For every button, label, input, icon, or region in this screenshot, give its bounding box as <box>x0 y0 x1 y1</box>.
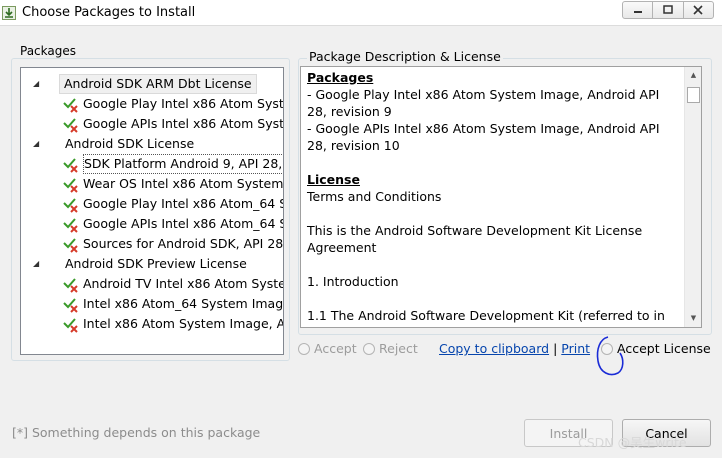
close-button[interactable] <box>684 2 713 18</box>
tree-item-label: Google APIs Intel x86 Atom System Image,… <box>83 116 284 131</box>
tree-item-label: Sources for Android SDK, API 28, revisio… <box>83 236 284 251</box>
check-cross-icon <box>63 318 78 333</box>
expand-triangle-icon[interactable]: ◢ <box>33 254 39 274</box>
maximize-button[interactable] <box>653 2 684 18</box>
link-separator: | <box>553 341 558 356</box>
tree-item-label: Google Play Intel x86 Atom_64 System Ima… <box>83 196 283 211</box>
tree-group-label: Android SDK ARM Dbt License <box>59 74 257 94</box>
package-tree[interactable]: ◢ Android SDK ARM Dbt License Google Pla… <box>20 67 284 355</box>
check-cross-icon <box>63 118 78 133</box>
tree-item[interactable]: SDK Platform Android 9, API 28, revision… <box>21 154 283 174</box>
maximize-icon <box>663 5 673 14</box>
accept-license-label: Accept License <box>617 341 711 356</box>
vertical-scrollbar[interactable]: ▲ ▼ <box>684 67 701 327</box>
tree-group-label: Android SDK License <box>65 136 195 151</box>
description-label: Package Description & License <box>307 49 503 64</box>
tree-item[interactable]: Android TV Intel x86 Atom System Image <box>21 274 283 294</box>
license-content: Packages - Google Play Intel x86 Atom Sy… <box>307 69 683 327</box>
license-line: This is the Android Software Development… <box>307 223 643 255</box>
license-line: Terms and Conditions <box>307 189 442 204</box>
copy-to-clipboard-link[interactable]: Copy to clipboard <box>439 341 549 356</box>
accept-license-radio[interactable]: Accept License <box>601 341 711 356</box>
accept-license-radio-circle[interactable] <box>601 342 613 355</box>
hand-drawn-circle-annotation <box>596 336 624 376</box>
check-cross-icon <box>63 238 78 253</box>
package-line: - Google APIs Intel x86 Atom System Imag… <box>307 121 660 153</box>
accept-radio-circle[interactable] <box>298 342 310 355</box>
title-bar: Choose Packages to Install <box>0 0 722 26</box>
minimize-icon <box>633 11 642 13</box>
tree-group-sdk-license[interactable]: ◢ Android SDK License <box>21 134 283 154</box>
tree-item[interactable]: Sources for Android SDK, API 28, revisio… <box>21 234 284 254</box>
tree-group-preview-license[interactable]: ◢ Android SDK Preview License <box>21 254 283 274</box>
status-hint: [*] Something depends on this package <box>12 425 261 440</box>
tree-item[interactable]: Google Play Intel x86 Atom_64 System Ima… <box>21 194 283 214</box>
license-heading: License <box>307 172 360 187</box>
tree-item-label: Intel x86 Atom System Image, Android API… <box>83 316 283 331</box>
tree-item-label: Android TV Intel x86 Atom System Image <box>83 276 283 291</box>
tree-item[interactable]: Google Play Intel x86 Atom System Image,… <box>21 94 284 114</box>
tree-item[interactable]: Google APIs Intel x86 Atom_64 System Ima… <box>21 214 283 234</box>
reject-radio-label: Reject <box>379 341 418 356</box>
tree-item[interactable]: Google APIs Intel x86 Atom System Image,… <box>21 114 284 134</box>
window-title: Choose Packages to Install <box>22 5 196 20</box>
expand-triangle-icon[interactable]: ◢ <box>33 134 39 154</box>
check-cross-icon <box>63 198 78 213</box>
packages-groupbox: ◢ Android SDK ARM Dbt License Google Pla… <box>11 58 290 361</box>
tree-group-arm-dbt-license[interactable]: ◢ Android SDK ARM Dbt License <box>21 74 283 94</box>
watermark: CSDN @吴生write <box>578 435 687 450</box>
check-cross-icon <box>63 298 78 313</box>
license-line: 1.1 The Android Software Development Kit… <box>307 308 665 327</box>
link-row: Copy to clipboard | Print <box>439 341 590 356</box>
tree-item-label: Intel x86 Atom_64 System Image, Android … <box>83 296 284 311</box>
check-cross-icon <box>63 98 78 113</box>
download-icon <box>2 6 16 20</box>
scrollbar-thumb[interactable] <box>687 87 700 103</box>
check-cross-icon <box>63 158 78 173</box>
tree-item-label: Wear OS Intel x86 Atom System Image <box>83 176 284 191</box>
license-text-area[interactable]: Packages - Google Play Intel x86 Atom Sy… <box>300 66 702 328</box>
check-cross-icon <box>63 278 78 293</box>
tree-item[interactable]: Intel x86 Atom_64 System Image, Android … <box>21 294 284 314</box>
scroll-down-icon[interactable]: ▼ <box>685 310 701 327</box>
window-controls <box>622 1 714 19</box>
tree-item[interactable]: Wear OS Intel x86 Atom System Image <box>21 174 284 194</box>
accept-radio-label: Accept <box>314 341 357 356</box>
license-line: 1. Introduction <box>307 274 399 289</box>
minimize-button[interactable] <box>623 2 654 18</box>
tree-group-label: Android SDK Preview License <box>65 256 247 271</box>
scroll-up-icon[interactable]: ▲ <box>685 67 701 84</box>
reject-radio[interactable]: Reject <box>363 341 418 356</box>
accept-radio[interactable]: Accept <box>298 341 357 356</box>
close-icon <box>693 5 703 15</box>
tree-item-label: Google Play Intel x86 Atom System Image,… <box>83 96 284 111</box>
choose-packages-dialog: Choose Packages to Install ◢ Android SDK… <box>0 0 722 458</box>
packages-heading: Packages <box>307 70 374 85</box>
tree-item-label: Google APIs Intel x86 Atom_64 System Ima… <box>83 216 283 231</box>
packages-label: Packages <box>20 44 76 58</box>
tree-item[interactable]: Intel x86 Atom System Image, Android API… <box>21 314 283 334</box>
tree-item-label: SDK Platform Android 9, API 28, revision… <box>83 154 283 174</box>
reject-radio-circle[interactable] <box>363 342 375 355</box>
check-cross-icon <box>63 218 78 233</box>
expand-triangle-icon[interactable]: ◢ <box>33 74 39 94</box>
package-line: - Google Play Intel x86 Atom System Imag… <box>307 87 660 119</box>
check-cross-icon <box>63 178 78 193</box>
print-link[interactable]: Print <box>561 341 590 356</box>
